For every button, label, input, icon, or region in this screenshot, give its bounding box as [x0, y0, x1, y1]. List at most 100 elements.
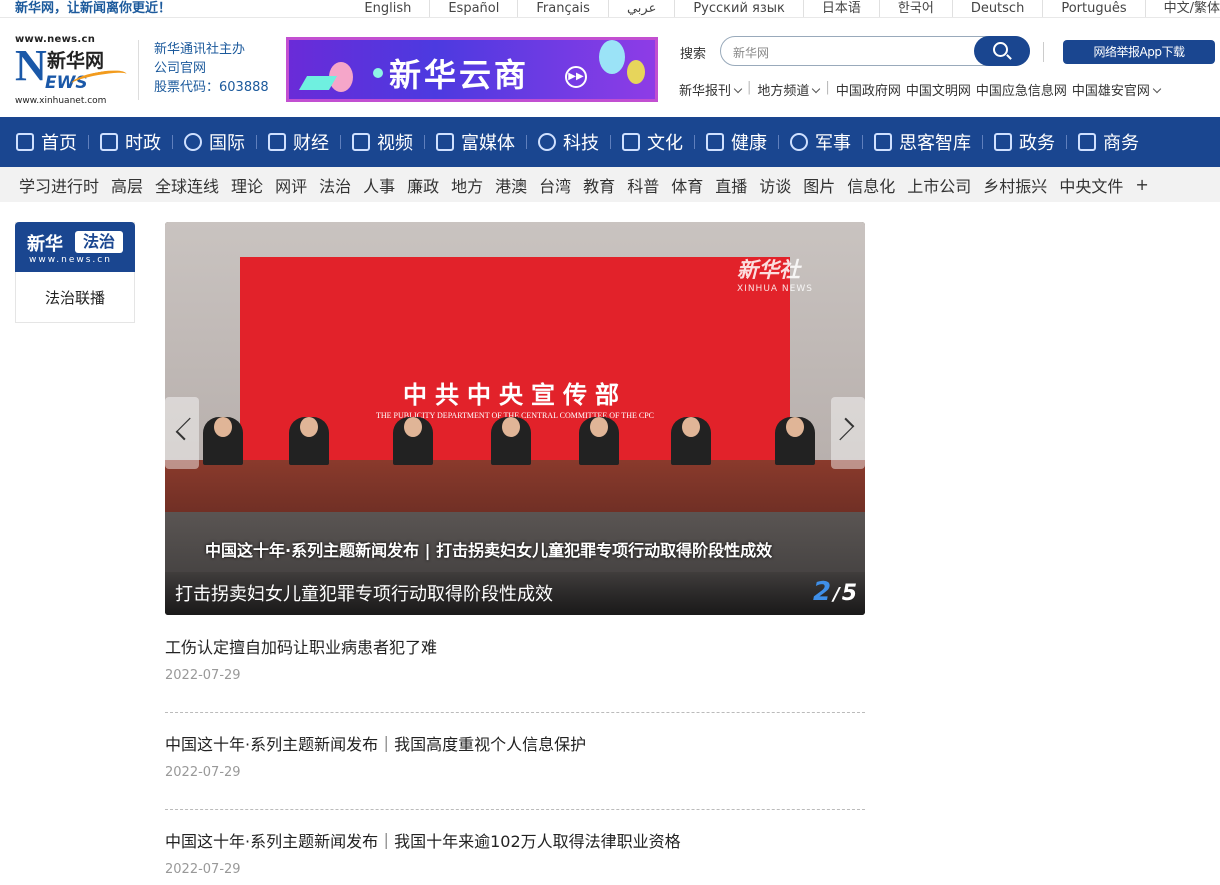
channel-link[interactable]: 乡村振兴 [983, 173, 1047, 197]
news-title[interactable]: 中国这十年·系列主题新闻发布｜我国高度重视个人信息保护 [165, 735, 865, 755]
company-info[interactable]: 新华通讯社主办 公司官网 股票代码：603888 [154, 40, 269, 97]
search-input[interactable] [733, 43, 973, 61]
search-icon-handle [1006, 54, 1012, 60]
nav-sike[interactable]: 思客智库 [874, 117, 971, 167]
watermark-cn: 新华社 [737, 258, 800, 282]
nav-shizheng[interactable]: 时政 [100, 117, 161, 167]
fazhi-brand-fazhi: 法治 [75, 231, 123, 253]
nav-separator [172, 135, 173, 149]
language-links: English Español Français عربي Русский яз… [346, 0, 1220, 17]
link-wenming[interactable]: 中国文明网 [906, 80, 976, 99]
channel-link[interactable]: 上市公司 [907, 173, 971, 197]
lang-russian[interactable]: Русский язык [674, 0, 803, 17]
nav-shipin[interactable]: 视频 [352, 117, 413, 167]
nav-fumeiti[interactable]: 富媒体 [436, 117, 515, 167]
speaker-figure [671, 417, 711, 465]
channel-link[interactable]: 高层 [111, 173, 143, 197]
nav-separator [340, 135, 341, 149]
news-title[interactable]: 工伤认定擅自加码让职业病患者犯了难 [165, 638, 865, 658]
xinhua-baokan-dropdown[interactable]: 新华报刊 [679, 80, 747, 99]
speaker-figure [579, 417, 619, 465]
chevron-right-icon [831, 417, 855, 441]
more-channels-button[interactable]: + [1135, 175, 1148, 194]
grid-icon [436, 133, 454, 151]
link-xiongan-dropdown[interactable]: 中国雄安官网 [1072, 80, 1165, 99]
fazhi-brand-xinhua: 新华 [27, 234, 63, 255]
balloon-decoration [627, 60, 645, 84]
xinhua-yunshang-banner[interactable]: 新华云商 ▶▶ [286, 37, 658, 102]
channel-link[interactable]: 人事 [363, 173, 395, 197]
nav-label: 首页 [41, 133, 77, 154]
speaker-figure [203, 417, 243, 465]
lang-english[interactable]: English [346, 0, 429, 17]
news-carousel[interactable]: 中共中央宣传部 THE PUBLICITY DEPARTMENT OF THE … [165, 222, 865, 615]
channel-link[interactable]: 地方 [451, 173, 483, 197]
nav-separator [610, 135, 611, 149]
lang-spanish[interactable]: Español [429, 0, 517, 17]
news-title[interactable]: 中国这十年·系列主题新闻发布｜我国十年来逾102万人取得法律职业资格 [165, 832, 865, 852]
speaker-table [165, 460, 865, 520]
nav-shangwu[interactable]: 商务 [1078, 117, 1139, 167]
company-line-2: 公司官网 [154, 61, 207, 76]
channel-link[interactable]: 科普 [627, 173, 659, 197]
nav-junshi[interactable]: 军事 [790, 117, 851, 167]
speaker-head [404, 417, 422, 437]
lang-arabic[interactable]: عربي [607, 0, 674, 17]
channel-link[interactable]: 直播 [715, 173, 747, 197]
nav-guoji[interactable]: 国际 [184, 117, 245, 167]
channel-link[interactable]: 廉政 [407, 173, 439, 197]
nav-separator [424, 135, 425, 149]
channel-link[interactable]: 学习进行时 [19, 173, 99, 197]
home-icon [16, 133, 34, 151]
channel-link[interactable]: 理论 [231, 173, 263, 197]
lang-portuguese[interactable]: Português [1042, 0, 1144, 17]
carousel-total: 5 [841, 581, 857, 606]
lang-korean[interactable]: 한국어 [878, 0, 952, 17]
nav-caijing[interactable]: 财经 [268, 117, 329, 167]
channel-link[interactable]: 台湾 [539, 173, 571, 197]
lang-japanese[interactable]: 日本语 [802, 0, 879, 17]
speaker-head [590, 417, 608, 437]
lang-chinese-traditional[interactable]: 中文/繁体 [1144, 0, 1220, 17]
carousel-next-button[interactable] [831, 397, 865, 469]
nav-separator [778, 135, 779, 149]
fazhi-brand-url: www.news.cn [29, 255, 112, 265]
xinhua-logo[interactable]: www.news.cn N 新华网 EWS www.xinhuanet.com [15, 34, 128, 106]
channel-link[interactable]: 港澳 [495, 173, 527, 197]
fazhi-lianbo-link[interactable]: 法治联播 [16, 287, 134, 308]
channel-link[interactable]: 法治 [319, 173, 351, 197]
nav-home[interactable]: 首页 [16, 117, 77, 167]
search-button[interactable] [974, 36, 1030, 66]
logo-url-bottom: www.xinhuanet.com [15, 96, 107, 106]
channel-link[interactable]: 全球连线 [155, 173, 219, 197]
channel-link[interactable]: 图片 [803, 173, 835, 197]
xinhua-baokan-label: 新华报刊 [679, 84, 732, 99]
nav-label: 科技 [563, 133, 599, 154]
heartbeat-icon [706, 133, 724, 151]
link-gov-cn[interactable]: 中国政府网 [836, 80, 906, 99]
channel-link[interactable]: 教育 [583, 173, 615, 197]
nav-jiankang[interactable]: 健康 [706, 117, 767, 167]
fazhi-logo[interactable]: 新华 法治 www.news.cn [15, 222, 135, 272]
nav-label: 时政 [125, 133, 161, 154]
report-app-download-button[interactable]: 网络举报App下载 [1063, 40, 1215, 64]
atom-icon [538, 133, 556, 151]
difang-dropdown[interactable]: 地方频道 [757, 80, 825, 99]
channel-link[interactable]: 网评 [275, 173, 307, 197]
channel-link[interactable]: 体育 [671, 173, 703, 197]
channel-link[interactable]: 中央文件 [1059, 173, 1123, 197]
nav-wenhua[interactable]: 文化 [622, 117, 683, 167]
channel-link[interactable]: 访谈 [759, 173, 791, 197]
carousel-caption-text[interactable]: 打击拐卖妇女儿童犯罪专项行动取得阶段性成效 [175, 580, 553, 606]
nav-zhengwu[interactable]: 政务 [994, 117, 1055, 167]
briefcase-icon [1078, 133, 1096, 151]
carousel-prev-button[interactable] [165, 397, 199, 469]
nav-keji[interactable]: 科技 [538, 117, 599, 167]
speaker-head [300, 417, 318, 437]
nav-separator [862, 135, 863, 149]
channel-link[interactable]: 信息化 [847, 173, 895, 197]
lang-german[interactable]: Deutsch [951, 0, 1043, 17]
lang-french[interactable]: Français [517, 0, 608, 17]
chevron-down-icon [1152, 84, 1162, 94]
link-yingji[interactable]: 中国应急信息网 [976, 80, 1072, 99]
